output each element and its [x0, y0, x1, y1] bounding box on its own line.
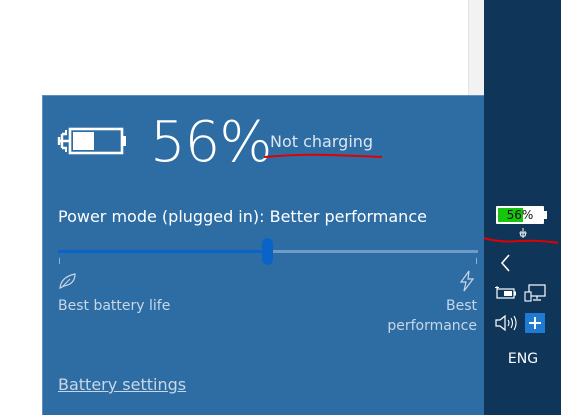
window-edge [468, 0, 485, 95]
power-slider-thumb[interactable] [262, 238, 273, 265]
battery-plugged-icon [57, 127, 126, 155]
network-icon[interactable] [524, 284, 546, 302]
taskbar-battery-percent: 56% [506, 208, 534, 222]
best-battery-life-label: Best battery life [58, 298, 171, 314]
battery-icon[interactable] [495, 285, 517, 301]
best-performance-label: Best performance [387, 298, 477, 334]
language-indicator[interactable]: ENG [505, 349, 541, 369]
chevron-left-icon[interactable] [497, 253, 515, 273]
power-mode-label: Power mode (plugged in): Better performa… [58, 207, 427, 226]
lightning-bolt-icon [459, 270, 475, 292]
battery-percent: 56% [150, 110, 272, 175]
battery-settings-link[interactable]: Battery settings [58, 374, 186, 396]
charging-status: Not charging [270, 132, 374, 151]
volume-icon[interactable] [494, 314, 518, 332]
plus-icon[interactable] [525, 313, 545, 333]
power-slider-filled-track[interactable] [58, 250, 268, 253]
leaf-icon [59, 273, 76, 290]
slider-tick [59, 258, 60, 264]
taskbar-battery-tip [544, 211, 547, 219]
plug-icon [519, 228, 527, 238]
power-slider-track[interactable] [268, 250, 478, 253]
slider-tick [476, 258, 477, 264]
